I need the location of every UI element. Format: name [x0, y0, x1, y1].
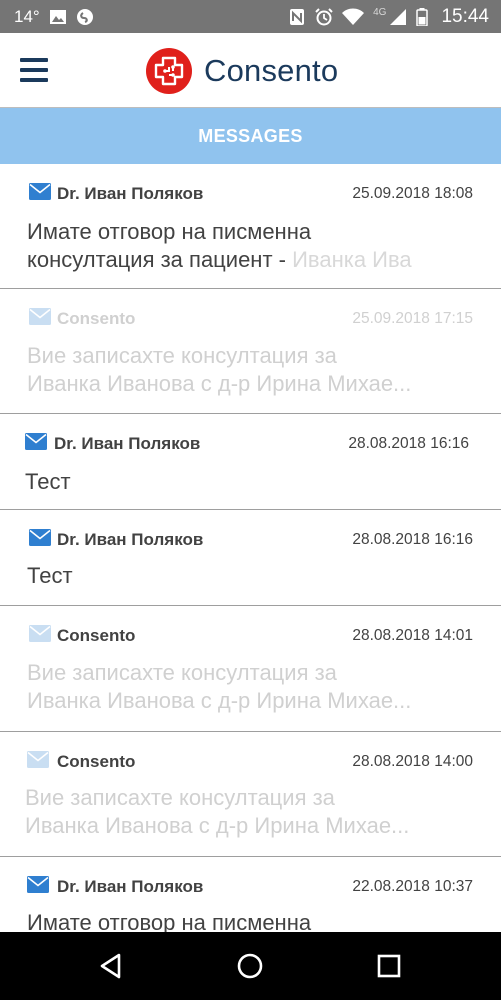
message-sender: Dr. Иван Поляков [54, 434, 201, 453]
message-preview: Имате отговор на писменна консултация за… [27, 218, 473, 274]
message-preview: Вие записахте консултация за Иванка Иван… [27, 342, 473, 398]
envelope-icon [29, 529, 51, 546]
message-sender: Dr. Иван Поляков [57, 184, 204, 203]
envelope-icon [29, 308, 51, 325]
battery-icon [416, 7, 429, 26]
message-preview-line: Имате отговор на писменна [27, 219, 312, 244]
message-item[interactable]: Dr. Иван Поляков 28.08.2018 16:16 Тест [0, 510, 501, 606]
back-icon[interactable] [97, 952, 125, 980]
image-notification-icon [49, 9, 66, 24]
envelope-icon [27, 751, 49, 768]
wifi-icon [342, 8, 365, 25]
message-date: 28.08.2018 14:01 [352, 627, 473, 644]
message-preview-line: Иванка Иванова с д-р Ирина Михае... [25, 813, 410, 838]
message-preview-line: Тест [25, 469, 71, 494]
status-bar: 14° 4G 15:44 [0, 0, 501, 33]
envelope-icon [29, 625, 51, 642]
message-item[interactable]: Consento 28.08.2018 14:01 Вие записахте … [0, 606, 501, 732]
message-list[interactable]: Dr. Иван Поляков 25.09.2018 18:08 Имате … [0, 164, 501, 932]
message-item[interactable]: Dr. Иван Поляков 28.08.2018 16:16 Тест [0, 414, 501, 510]
message-date: 28.08.2018 16:16 [352, 531, 473, 548]
message-preview: Вие записахте консултация за Иванка Иван… [25, 784, 473, 840]
consento-logo-icon [146, 48, 192, 94]
message-date: 22.08.2018 10:37 [352, 878, 473, 895]
message-item[interactable]: Consento 25.09.2018 17:15 Вие записахте … [0, 289, 501, 414]
shazam-notification-icon [76, 8, 93, 25]
envelope-icon [29, 183, 51, 200]
message-preview-line: Имате отговор на писменна [27, 910, 312, 932]
message-date: 28.08.2018 14:00 [352, 753, 473, 770]
message-date: 25.09.2018 18:08 [352, 185, 473, 202]
recents-icon[interactable] [375, 952, 403, 980]
brand-logo-group: Consento [145, 45, 338, 97]
section-title: MESSAGES [198, 125, 303, 146]
message-sender: Consento [57, 752, 136, 771]
signal-icon [390, 8, 407, 25]
message-preview: Имате отговор на писменна [27, 909, 473, 932]
message-preview-line: Вие записахте консултация за [25, 785, 335, 810]
envelope-icon [27, 876, 49, 893]
message-preview: Вие записахте консултация за Иванка Иван… [27, 659, 473, 715]
alarm-icon [315, 7, 333, 25]
network-type-text: 4G [373, 7, 387, 18]
message-preview-line: консултация за пациент - [27, 247, 293, 272]
message-date: 28.08.2018 16:16 [348, 435, 469, 452]
message-preview-faded-text: Иванка Ива [292, 247, 412, 272]
message-preview-line: Иванка Иванова с д-р Ирина Михае... [27, 371, 412, 396]
message-preview: Тест [25, 468, 473, 496]
message-item[interactable]: Consento 28.08.2018 14:00 Вие записахте … [0, 732, 501, 857]
messages-section-header: MESSAGES [0, 108, 501, 164]
message-item[interactable]: Dr. Иван Поляков 22.08.2018 10:37 Имате … [0, 857, 501, 932]
clock-text: 15:44 [441, 5, 489, 27]
message-sender: Consento [57, 309, 136, 328]
nfc-icon [290, 8, 305, 25]
message-sender: Consento [57, 626, 136, 645]
message-item[interactable]: Dr. Иван Поляков 25.09.2018 18:08 Имате … [0, 164, 501, 289]
message-preview-line: Иванка Иванова с д-р Ирина Михае... [27, 688, 412, 713]
home-icon[interactable] [236, 952, 264, 980]
app-header: Consento [0, 33, 501, 108]
message-preview-line: Тест [27, 563, 73, 588]
temperature-text: 14° [14, 6, 40, 26]
message-preview: Тест [27, 562, 473, 590]
message-sender: Dr. Иван Поляков [57, 877, 204, 896]
system-navigation-bar [0, 932, 501, 1000]
message-date: 25.09.2018 17:15 [352, 310, 473, 327]
envelope-icon [25, 433, 47, 450]
message-preview-line: Вие записахте консултация за [27, 343, 337, 368]
message-sender: Dr. Иван Поляков [57, 530, 204, 549]
message-preview-line: Вие записахте консултация за [27, 660, 337, 685]
hamburger-menu-icon[interactable] [20, 58, 48, 82]
app-name: Consento [204, 53, 339, 88]
